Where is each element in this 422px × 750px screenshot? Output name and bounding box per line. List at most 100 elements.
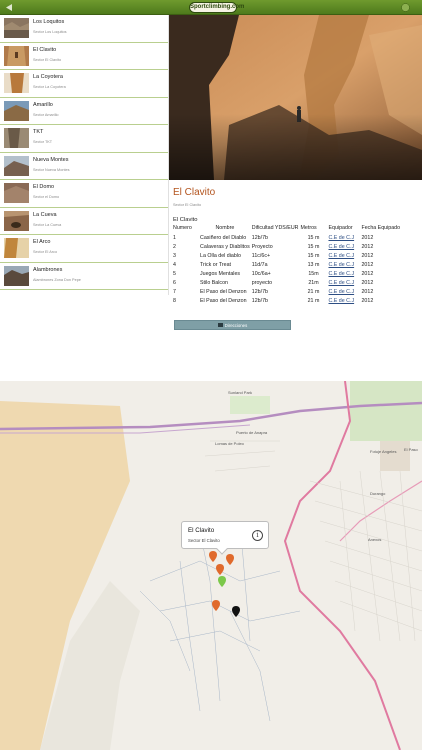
sector-subtitle: Alambrones Zona Don Pepe — [33, 277, 81, 282]
sector-thumbnail — [4, 238, 29, 258]
user-icon[interactable] — [401, 3, 410, 12]
app-logo: Sportclimbing.com — [189, 2, 244, 13]
column-header: Nombre — [215, 225, 235, 231]
sector-subtitle: Sector el Domo — [33, 195, 60, 199]
map-label: Anexos — [368, 537, 382, 542]
route-grade: 11d/7a — [251, 261, 268, 268]
map-label: Puerto de Anapra — [236, 430, 268, 435]
route-bolter-link[interactable]: C.E de C.J — [328, 260, 361, 269]
route-name: El Paso del Denzon — [200, 288, 247, 295]
map-icon — [217, 323, 223, 327]
route-length: 21 m — [307, 297, 320, 304]
map-view[interactable]: Sunland Park Puerto de Anapra Lomas de P… — [0, 381, 422, 750]
route-name: Calaveras y Diablitos — [200, 243, 250, 250]
sector-item-el-arco[interactable]: El Arco Sector El Arco — [0, 235, 168, 263]
sector-item-amarillo[interactable]: Amarillo Sector Amarillo — [0, 98, 168, 125]
route-date: 2012 — [361, 252, 374, 259]
map-label: Sunland Park — [228, 390, 253, 395]
route-name: Trick or Treat — [200, 261, 231, 268]
directions-label: Direcciones — [224, 322, 248, 328]
route-name: Stilo Balcon — [200, 279, 228, 286]
route-bolter-link[interactable]: C.E de C.J — [328, 251, 361, 260]
sector-item-la-cueva[interactable]: La Cueva Sector La Cueva — [0, 208, 168, 235]
route-grade: 12b/7b — [251, 234, 268, 241]
column-header: Numero — [173, 225, 192, 231]
table-row: 6 Stilo Balcon proyecto 21m C.E de C.J 2… — [173, 278, 402, 287]
route-length: 15 m — [307, 252, 320, 259]
sector-title: Alambrones — [33, 266, 63, 273]
table-row: 1 Casiñero del Diablo 12b/7b 15 m C.E de… — [173, 233, 402, 242]
route-length: 15 m — [307, 243, 320, 250]
map-callout[interactable]: El Clavito Sector El Clavito i — [181, 521, 269, 555]
route-bolter-link[interactable]: C.E de C.J — [328, 287, 361, 296]
route-grade: 10c/6a+ — [251, 270, 271, 277]
sector-item-el-domo[interactable]: El Domo Sector el Domo — [0, 180, 168, 208]
route-number: 1 — [173, 234, 176, 241]
route-number: 5 — [173, 270, 176, 277]
route-grade: 11c/6c+ — [251, 252, 271, 259]
sector-thumbnail — [4, 210, 29, 231]
route-bolter-link[interactable]: C.E de C.J — [328, 269, 361, 278]
route-name: La Olla del diablo — [200, 252, 241, 259]
route-number: 3 — [173, 252, 176, 259]
route-length: 15m — [308, 270, 319, 277]
sector-subtitle: Sector Los Loquitos — [33, 30, 67, 34]
sector-subtitle: Sector El Clavito — [33, 57, 62, 62]
sector-title: Nueva Montes — [33, 156, 69, 163]
sector-item-alambrones[interactable]: Alambrones Alambrones Zona Don Pepe — [0, 263, 168, 290]
route-date: 2012 — [361, 243, 374, 250]
route-bolter-link[interactable]: C.E de C.J — [328, 242, 361, 251]
route-number: 8 — [173, 297, 176, 304]
sector-subtitle: Sector Nueva Montes — [33, 167, 70, 172]
column-header: Equipador — [328, 225, 353, 231]
route-length: 21m — [308, 279, 319, 286]
route-name: Juegos Mentales — [200, 270, 241, 277]
table-row: 2 Calaveras y Diablitos Proyecto 15 m C.… — [173, 242, 402, 251]
route-date: 2012 — [361, 288, 374, 295]
map-label: Durango — [370, 491, 386, 496]
sector-title: Amarillo — [33, 101, 53, 108]
route-date: 2012 — [361, 261, 374, 268]
crag-photo — [169, 15, 422, 180]
column-header: Dificultad YDS/EUR — [251, 225, 299, 231]
back-arrow-icon[interactable] — [4, 3, 14, 12]
sector-subtitle: Sector TKT — [33, 140, 53, 144]
table-row: 5 Juegos Mentales 10c/6a+ 15m C.E de C.J… — [173, 269, 402, 278]
sector-title: El Clavito — [33, 46, 57, 53]
sector-title: La Cueva — [33, 211, 57, 218]
sector-item-el-clavito[interactable]: El Clavito Sector El Clavito — [0, 42, 168, 70]
route-date: 2012 — [361, 279, 374, 286]
route-number: 2 — [173, 243, 176, 250]
sector-thumbnail — [4, 265, 29, 286]
route-bolter-link[interactable]: C.E de C.J — [328, 296, 361, 305]
sector-detail: El Clavito Sector El Clavito El Clavito … — [169, 180, 422, 360]
sector-item-tkt[interactable]: TKT Sector TKT — [0, 125, 168, 153]
route-bolter-link[interactable]: C.E de C.J — [328, 233, 361, 242]
map-label: El Paso — [404, 447, 418, 452]
sector-thumbnail — [4, 183, 29, 203]
sector-item-nueva-montes[interactable]: Nueva Montes Sector Nueva Montes — [0, 153, 168, 180]
sector-item-los-loquitos[interactable]: Los Loquitos Sector Los Loquitos — [0, 15, 168, 43]
route-length: 15 m — [307, 234, 320, 241]
route-bolter-link[interactable]: C.E de C.J — [328, 278, 361, 287]
sector-title: TKT — [33, 129, 44, 135]
column-header: Fecha Equipado — [361, 225, 401, 231]
sector-title: El Arco — [33, 239, 51, 245]
sector-thumbnail — [4, 18, 29, 38]
map-canvas[interactable] — [0, 381, 422, 750]
sector-thumbnail — [4, 73, 29, 93]
table-row: 4 Trick or Treat 11d/7a 13 m C.E de C.J … — [173, 260, 402, 269]
sector-subtitle: Sector La Coyotera — [33, 85, 66, 89]
directions-button[interactable]: Direcciones — [174, 320, 291, 330]
route-number: 4 — [173, 261, 176, 268]
routes-table: Numero Nombre Dificultad YDS/EUR Metros … — [173, 224, 402, 305]
info-icon[interactable]: i — [252, 530, 263, 541]
sector-subtitle-label: Sector El Clavito — [173, 203, 202, 207]
sector-item-la-coyotera[interactable]: La Coyotera Sector La Coyotera — [0, 70, 168, 98]
route-date: 2012 — [361, 297, 374, 304]
route-date: 2012 — [361, 234, 374, 241]
sector-title-heading: El Clavito — [173, 187, 216, 198]
route-name: El Paso del Denzon — [200, 297, 247, 304]
table-row: 3 La Olla del diablo 11c/6c+ 15 m C.E de… — [173, 251, 402, 260]
route-number: 7 — [173, 288, 176, 295]
